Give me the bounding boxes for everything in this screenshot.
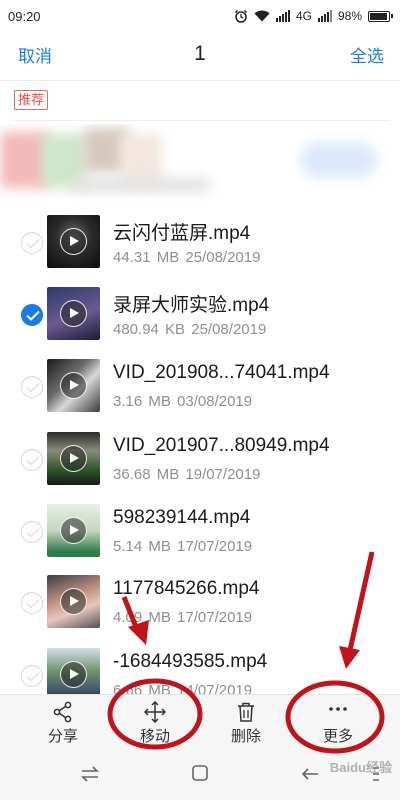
cancel-button[interactable]: 取消 [18, 42, 52, 67]
battery-percent: 98% [337, 9, 362, 23]
move-icon [144, 701, 166, 723]
check-icon [26, 671, 40, 682]
move-label: 移动 [139, 728, 170, 745]
file-meta: 5.14 MB 17/07/2019 [113, 538, 252, 555]
play-icon [60, 661, 87, 688]
delete-label: 删除 [230, 728, 261, 745]
signal-icon-2 [317, 10, 332, 22]
select-all-button[interactable]: 全选 [350, 42, 384, 67]
play-icon [60, 300, 87, 327]
play-icon [60, 445, 87, 472]
file-row[interactable]: 598239144.mp4 5.14 MB 17/07/2019 [0, 499, 400, 567]
selection-toolbar: 取消 1 全选 [0, 32, 400, 76]
battery-icon [368, 10, 393, 22]
battery-fill [370, 12, 387, 20]
check-icon [26, 382, 40, 393]
file-row[interactable]: 录屏大师实验.mp4 480.94 KB 25/08/2019 [0, 282, 400, 350]
checkbox-checked[interactable] [21, 304, 43, 326]
selected-count: 1 [194, 42, 206, 65]
file-size: 36.68 MB [113, 466, 180, 483]
file-row[interactable]: 云闪付蓝屏.mp4 44.31 MB 25/08/2019 [0, 210, 400, 278]
checkbox-unchecked[interactable] [21, 376, 43, 398]
file-name: 1177845266.mp4 [113, 578, 260, 599]
home-button-icon[interactable] [191, 764, 209, 782]
file-row[interactable]: 1177845266.mp4 4.09 MB 17/07/2019 [0, 570, 400, 638]
video-thumbnail[interactable] [47, 504, 100, 557]
file-row[interactable]: VID_201907...80949.mp4 36.68 MB 19/07/201… [0, 427, 400, 495]
check-icon [26, 598, 40, 609]
status-time: 09:20 [8, 8, 41, 24]
file-date: 25/08/2019 [191, 321, 267, 338]
video-thumbnail[interactable] [47, 432, 100, 485]
file-size: 3.16 MB [113, 393, 171, 410]
video-thumbnail[interactable] [47, 215, 100, 268]
file-date: 25/08/2019 [185, 249, 261, 266]
file-name: VID_201908...74041.mp4 [113, 362, 330, 383]
delete-button[interactable]: 删除 [211, 695, 281, 751]
share-label: 分享 [47, 728, 78, 745]
signal-icon [275, 10, 290, 22]
header-divider [0, 80, 400, 81]
file-date: 17/07/2019 [177, 538, 253, 555]
play-icon [60, 588, 87, 615]
watermark: Baidu经验 [329, 760, 392, 775]
check-icon [26, 455, 40, 466]
share-button[interactable]: 分享 [28, 695, 98, 751]
back-icon[interactable] [300, 764, 320, 784]
video-thumbnail[interactable] [47, 575, 100, 628]
play-icon [60, 372, 87, 399]
share-icon [53, 701, 72, 723]
check-icon [26, 527, 40, 538]
play-icon [60, 228, 87, 255]
checkbox-unchecked[interactable] [21, 592, 43, 614]
recommend-divider [14, 120, 390, 121]
alarm-icon [234, 9, 247, 23]
move-button[interactable]: 移动 [120, 695, 190, 751]
file-size: 4.09 MB [113, 609, 171, 626]
file-size: 5.14 MB [113, 538, 171, 555]
status-bar: 09:20 4G 98% [0, 0, 400, 32]
checkbox-unchecked[interactable] [21, 449, 43, 471]
file-name: 598239144.mp4 [113, 507, 251, 528]
checkbox-unchecked[interactable] [21, 232, 43, 254]
bottom-action-bar: 分享 移动 删除 更多 [0, 694, 400, 750]
file-size: 44.31 MB [113, 249, 180, 266]
switch-icon[interactable] [80, 764, 100, 784]
file-row[interactable]: VID_201908...74041.mp4 3.16 MB 03/08/2019 [0, 354, 400, 422]
video-thumbnail[interactable] [47, 287, 100, 340]
file-date: 17/07/2019 [177, 609, 253, 626]
more-label: 更多 [322, 728, 353, 745]
status-icons: 4G 98% [234, 9, 393, 23]
file-meta: 480.94 KB 25/08/2019 [113, 321, 266, 338]
file-name: 录屏大师实验.mp4 [113, 295, 270, 316]
wifi-icon [254, 10, 270, 22]
check-icon [26, 310, 40, 321]
file-meta: 4.09 MB 17/07/2019 [113, 609, 252, 626]
file-name: -1684493585.mp4 [113, 651, 268, 672]
checkbox-unchecked[interactable] [21, 521, 43, 543]
more-button[interactable]: 更多 [303, 695, 373, 751]
blurred-recommendation [0, 124, 400, 202]
video-thumbnail[interactable] [47, 359, 100, 412]
checkbox-unchecked[interactable] [21, 665, 43, 687]
file-meta: 3.16 MB 03/08/2019 [113, 393, 252, 410]
file-size: 480.94 KB [113, 321, 186, 338]
file-meta: 44.31 MB 25/08/2019 [113, 249, 260, 266]
recommend-badge: 推荐 [14, 90, 49, 110]
file-date: 19/07/2019 [185, 466, 261, 483]
file-date: 03/08/2019 [177, 393, 253, 410]
trash-icon [238, 702, 254, 722]
network-type: 4G [295, 9, 312, 23]
more-icon [329, 707, 347, 711]
check-icon [26, 238, 40, 249]
play-icon [60, 517, 87, 544]
file-name: VID_201907...80949.mp4 [113, 435, 330, 456]
file-name: 云闪付蓝屏.mp4 [113, 223, 251, 244]
file-meta: 36.68 MB 19/07/2019 [113, 466, 260, 483]
